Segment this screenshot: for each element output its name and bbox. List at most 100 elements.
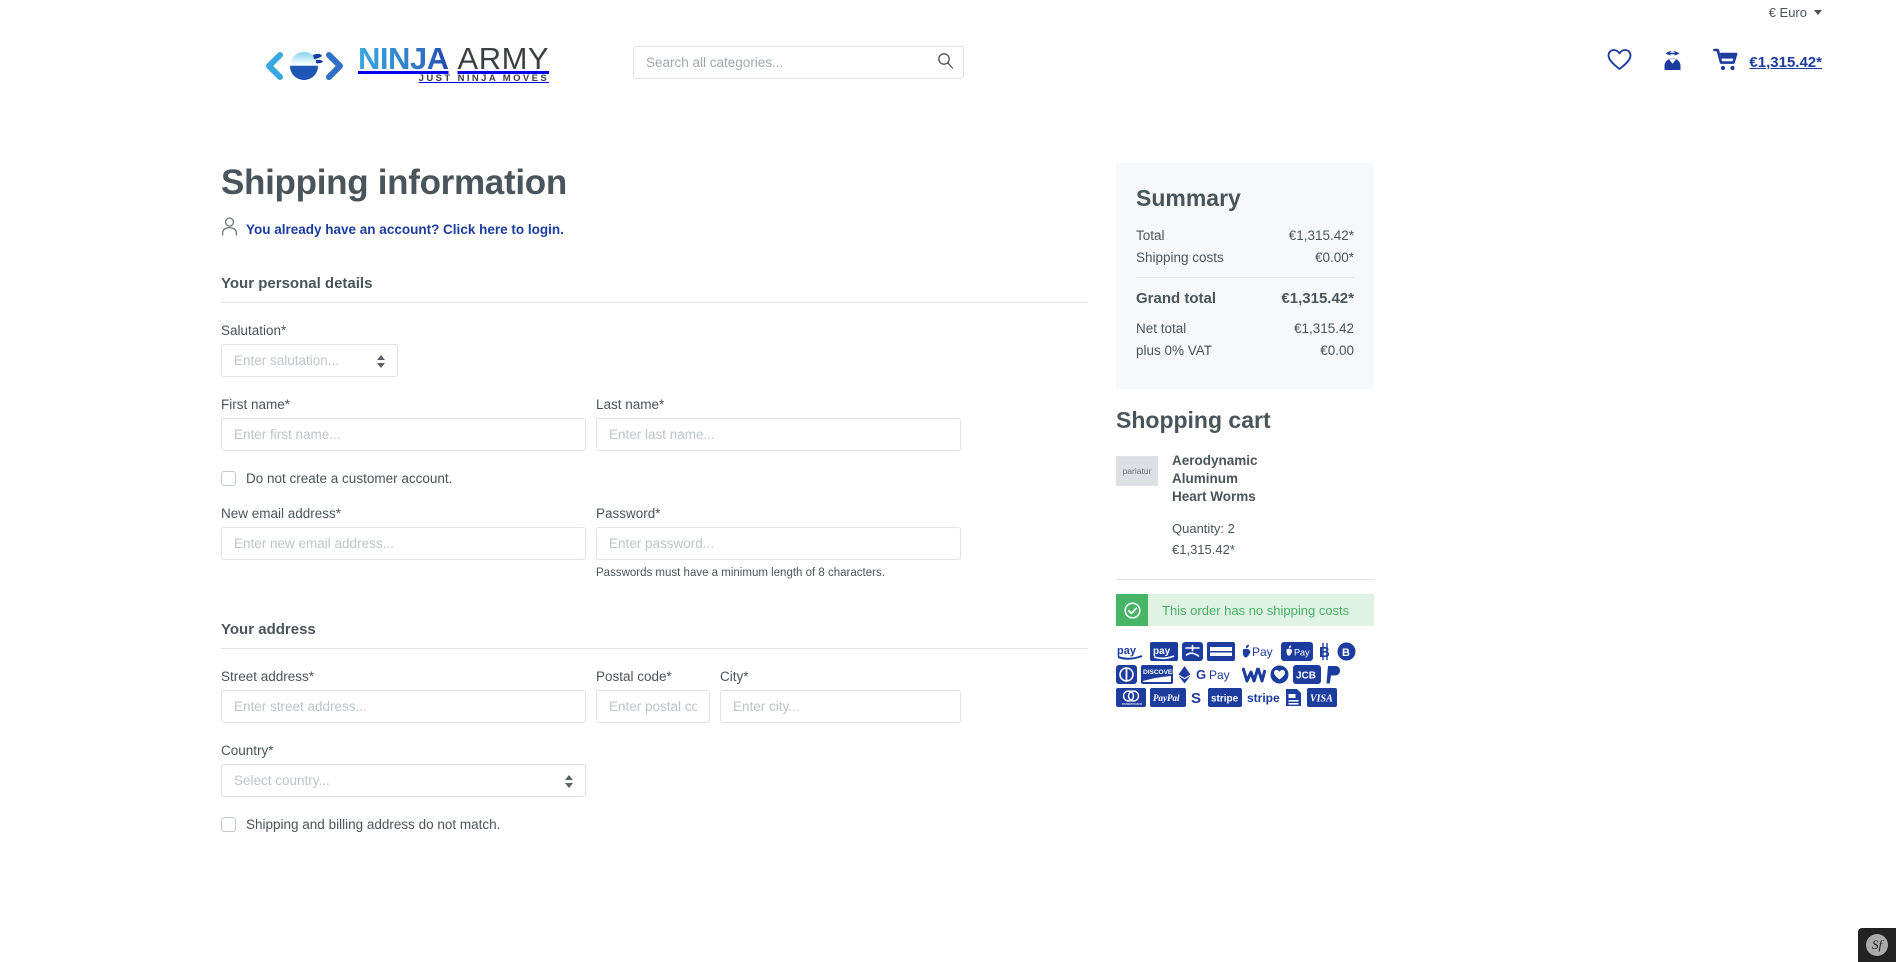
login-link[interactable]: You already have an account? Click here …	[246, 222, 564, 237]
country-row: Country* Select country...	[221, 743, 1088, 797]
vat-label: plus 0% VAT	[1136, 343, 1213, 358]
diners-club-icon	[1116, 665, 1137, 685]
first-name-group: First name*	[221, 397, 586, 451]
svg-text:B: B	[1319, 644, 1330, 661]
ninja-bowl-icon	[266, 48, 348, 84]
personal-details-title: Your personal details	[221, 275, 373, 292]
shipping-cost-alert: This order has no shipping costs	[1116, 594, 1374, 627]
currency-selector[interactable]: € Euro	[1769, 5, 1822, 20]
debug-toolbar[interactable]: Sf	[1858, 928, 1896, 962]
last-name-group: Last name*	[596, 397, 961, 451]
site-header: NINJA ARMY JUST NINJA MOVES Search all c…	[0, 24, 1896, 100]
paypal-icon: PayPal	[1150, 688, 1186, 708]
header-actions: €1,315.42*	[1607, 48, 1822, 77]
country-select[interactable]: Select country...	[221, 764, 586, 797]
product-name[interactable]: Aerodynamic Aluminum Heart Worms	[1172, 452, 1272, 505]
search-container	[633, 45, 964, 79]
email-input[interactable]	[221, 527, 586, 560]
stripe-s-icon: S	[1190, 688, 1204, 707]
top-utility-bar: € Euro	[0, 0, 1896, 24]
svg-text:Pay: Pay	[1294, 648, 1310, 658]
net-total-row: Net total €1,315.42	[1136, 321, 1354, 336]
summary-panel: Summary Total €1,315.42* Shipping costs …	[1116, 163, 1374, 389]
mastercard-icon: mastercard	[1116, 688, 1146, 708]
stripe-text-icon: stripe	[1246, 688, 1280, 707]
login-prompt: You already have an account? Click here …	[221, 217, 1088, 241]
heart-circle-icon	[1270, 665, 1289, 684]
visa-icon: VISA	[1307, 688, 1337, 708]
search-box	[633, 45, 964, 79]
section-divider	[221, 302, 1088, 303]
shopping-cart-icon	[1713, 48, 1740, 76]
billing-differs-checkbox[interactable]	[221, 817, 236, 832]
credentials-row: New email address* Password* Passwords m…	[221, 506, 1088, 579]
name-row: First name* Last name*	[221, 397, 1088, 451]
svg-text:Pay: Pay	[1209, 668, 1230, 682]
no-account-row: Do not create a customer account.	[221, 471, 1088, 486]
logo-name-secondary: ARMY	[457, 40, 550, 76]
search-button[interactable]	[935, 52, 955, 72]
no-account-label[interactable]: Do not create a customer account.	[246, 471, 452, 486]
street-input[interactable]	[221, 690, 586, 723]
summary-row-value: €0.00*	[1314, 250, 1354, 265]
net-total-label: Net total	[1136, 321, 1187, 336]
password-help-text: Passwords must have a minimum length of …	[596, 567, 885, 579]
salutation-group: Salutation* Enter salutation...	[221, 323, 398, 377]
street-label: Street address*	[221, 669, 315, 684]
logo-tagline: JUST NINJA MOVES	[418, 72, 550, 84]
symfony-icon[interactable]: Sf	[1866, 934, 1888, 956]
city-label: City*	[720, 669, 749, 684]
cart-item-details: Aerodynamic Aluminum Heart Worms Quantit…	[1172, 452, 1272, 561]
google-pay-icon: G Pay	[1196, 665, 1238, 684]
vat-value: €0.00	[1320, 343, 1354, 358]
svg-text:JCB: JCB	[1296, 671, 1316, 682]
site-logo[interactable]: NINJA ARMY JUST NINJA MOVES	[266, 41, 549, 84]
password-group: Password* Passwords must have a minimum …	[596, 506, 961, 579]
summary-row-label: Shipping costs	[1136, 250, 1224, 265]
svg-text:B: B	[1342, 647, 1350, 659]
currency-label: € Euro	[1768, 4, 1807, 20]
wishlist-button[interactable]	[1607, 48, 1632, 76]
product-thumbnail[interactable]: pariatur	[1116, 456, 1158, 486]
country-label: Country*	[221, 743, 274, 758]
password-input[interactable]	[596, 527, 961, 560]
cart-total-amount: €1,315.42*	[1749, 53, 1822, 71]
discover-icon: DISCOVER	[1141, 665, 1173, 685]
email-label: New email address*	[221, 506, 342, 521]
salutation-select[interactable]: Enter salutation...	[221, 344, 398, 377]
svg-text:mastercard: mastercard	[1122, 701, 1142, 706]
logo-wordmark: NINJA ARMY JUST NINJA MOVES	[358, 41, 549, 84]
billing-differs-row: Shipping and billing address do not matc…	[221, 817, 1088, 832]
shopping-cart-title: Shopping cart	[1116, 407, 1271, 433]
amazon-pay-icon: pay	[1116, 642, 1146, 661]
cart-separator	[1116, 579, 1374, 581]
search-input[interactable]	[634, 46, 963, 78]
address-title: Your address	[221, 621, 316, 638]
search-icon	[937, 52, 954, 72]
account-button[interactable]	[1660, 48, 1685, 77]
check-circle-icon	[1116, 594, 1148, 627]
grand-total-label: Grand total	[1136, 290, 1217, 307]
billing-differs-label[interactable]: Shipping and billing address do not matc…	[246, 817, 500, 832]
summary-row: Total €1,315.42*	[1136, 228, 1354, 243]
password-label: Password*	[596, 506, 661, 521]
last-name-input[interactable]	[596, 418, 961, 451]
cart-button[interactable]: €1,315.42*	[1713, 48, 1822, 76]
payment-methods-list: pay pay Pay Pay B B DISCOVE G Pay JCB ma…	[1116, 642, 1374, 708]
no-account-checkbox[interactable]	[221, 471, 236, 486]
checkout-form-column: Shipping information You already have an…	[74, 163, 1088, 852]
grand-total-row: Grand total €1,315.42*	[1136, 290, 1354, 307]
shipping-cost-alert-text: This order has no shipping costs	[1162, 602, 1350, 618]
summary-row-label: Total	[1136, 228, 1165, 243]
city-input[interactable]	[720, 690, 961, 723]
svg-text:G: G	[1196, 667, 1206, 682]
apple-pay-boxed-icon: Pay	[1281, 642, 1313, 662]
product-quantity: Quantity: 2	[1172, 521, 1235, 537]
first-name-input[interactable]	[221, 418, 586, 451]
svg-text:S: S	[1191, 690, 1201, 707]
ethereum-icon	[1177, 665, 1192, 684]
shopping-cart-panel: Shopping cart pariatur Aerodynamic Alumi…	[1116, 389, 1374, 708]
postal-input[interactable]	[596, 690, 710, 723]
bitcoin-b-icon: B	[1317, 642, 1333, 661]
person-icon	[221, 217, 238, 241]
